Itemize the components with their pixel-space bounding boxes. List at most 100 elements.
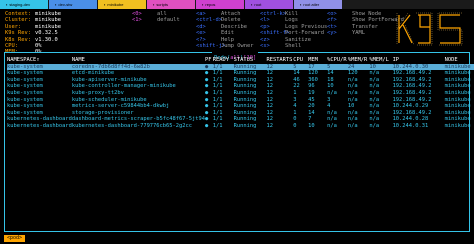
table-row[interactable]: kube-system etcd-minikube ● 1/1 Running 12 14 1… bbox=[7, 70, 474, 77]
table-cell: 12 bbox=[266, 122, 273, 129]
shortcut-item[interactable]: <s> Shell bbox=[260, 43, 327, 49]
table-cell: coredns-7db6d8ff4d-6w82b bbox=[71, 63, 205, 71]
column-header[interactable]: NAMESPACE↑ bbox=[7, 57, 72, 64]
table-row[interactable]: kubernetes-dashboard dashboard-metrics-sc… bbox=[7, 116, 474, 123]
table-cell: 1/1 bbox=[212, 96, 223, 103]
table-cell: 360 bbox=[308, 76, 318, 83]
table-cell: 1 bbox=[293, 89, 297, 96]
table-cell: n/a bbox=[347, 109, 358, 116]
column-header[interactable]: STATUS bbox=[234, 57, 267, 64]
table-cell: 3 bbox=[293, 96, 297, 103]
tab-2[interactable]: ▪ minikube bbox=[98, 0, 146, 9]
shortcut-label: default bbox=[157, 17, 180, 24]
table-cell: ● bbox=[205, 83, 209, 90]
column-header[interactable]: RESTARTS bbox=[266, 57, 293, 64]
table-cell: Running bbox=[233, 76, 257, 83]
tab-label: repos bbox=[205, 2, 216, 7]
table-cell: ● bbox=[205, 70, 209, 77]
table-row[interactable]: kube-system kube-proxy-tt2bv ● 1/1 Running 12… bbox=[7, 90, 474, 97]
table-row[interactable]: kube-system kube-apiserver-minikube ● 1/1 Ru… bbox=[7, 77, 474, 84]
tab-5[interactable]: ▪ root bbox=[245, 0, 293, 9]
table-cell: n/a bbox=[369, 96, 380, 103]
table-cell: n/a bbox=[347, 89, 358, 96]
table-row[interactable]: kube-system kube-controller-manager-minik… bbox=[7, 83, 474, 90]
table-cell: 192.168.49.2 bbox=[392, 89, 432, 96]
column-header[interactable]: CPU bbox=[293, 57, 308, 64]
table-cell: Running bbox=[233, 96, 257, 103]
table-cell: minikube bbox=[444, 122, 471, 129]
shortcut-item[interactable]: <y> YAML bbox=[327, 30, 404, 36]
table-cell: minikube bbox=[444, 63, 474, 71]
table-row[interactable]: kube-system metrics-server-c59844bb4-dkwb… bbox=[7, 103, 474, 110]
column-header[interactable]: READY bbox=[213, 57, 234, 64]
shortcut-label: Shell bbox=[285, 43, 302, 50]
table-cell: kubernetes-dashboard bbox=[7, 116, 72, 123]
table-cell: n/a bbox=[347, 96, 358, 103]
terminal-icon: ▪ bbox=[55, 2, 57, 7]
tab-3[interactable]: ▪ scripts bbox=[147, 0, 195, 9]
table-cell: Running bbox=[233, 103, 257, 110]
table-cell: 1/1 bbox=[212, 109, 223, 116]
table-cell: 18 bbox=[327, 76, 334, 83]
table-cell: storage-provisioner bbox=[71, 109, 134, 116]
table-cell: kube-system bbox=[7, 76, 43, 83]
column-header[interactable]: IP bbox=[393, 57, 445, 64]
table-cell: 17 bbox=[308, 63, 328, 71]
table-cell: 0 bbox=[293, 116, 297, 123]
table-cell: 22 bbox=[293, 83, 300, 90]
table-cell: 10 bbox=[308, 122, 315, 129]
column-header[interactable]: %MEM/R bbox=[348, 57, 370, 64]
table-cell: n/a bbox=[327, 116, 337, 123]
table-header: NAMESPACE↑ NAME PF READY STATUS RESTARTS CPU ME… bbox=[7, 57, 474, 64]
tab-label: root atler bbox=[303, 2, 320, 7]
column-header[interactable]: NAME bbox=[72, 57, 205, 64]
column-header[interactable]: NODE bbox=[445, 57, 474, 64]
column-header[interactable]: MEM bbox=[308, 57, 327, 64]
table-cell: 12 bbox=[266, 70, 273, 77]
table-cell: 192.168.49.2 bbox=[392, 70, 432, 77]
tab-1[interactable]: ▪ dev-stw bbox=[49, 0, 97, 9]
column-header[interactable]: %CPU/R bbox=[327, 57, 348, 64]
table-cell: kube-system bbox=[7, 63, 72, 71]
shortcut-item[interactable]: <1> default bbox=[132, 17, 180, 23]
pods-table[interactable]: NAMESPACE↑ NAME PF READY STATUS RESTARTS CPU ME… bbox=[7, 57, 474, 130]
table-cell: n/a bbox=[327, 89, 337, 96]
table-cell: 192.168.49.2 bbox=[392, 83, 432, 90]
table-row[interactable]: kube-system storage-provisioner ● 1/1 Runnin… bbox=[7, 110, 474, 117]
table-cell: 1/1 bbox=[212, 83, 223, 90]
tab-bar: ▪ staging-dev ▪ dev-stw ▪ minikube ▪ scripts ▪ re… bbox=[0, 0, 474, 9]
table-cell: 1/1 bbox=[212, 76, 223, 83]
table-cell: ● bbox=[205, 116, 209, 123]
tab-4[interactable]: ▪ repos bbox=[196, 0, 244, 9]
column-header[interactable]: PF bbox=[205, 57, 213, 64]
table-cell: n/a bbox=[369, 70, 380, 77]
tab-0[interactable]: ▪ staging-dev bbox=[0, 0, 48, 9]
terminal-icon: ▪ bbox=[251, 2, 253, 7]
table-cell: ● bbox=[205, 76, 209, 83]
tab-6[interactable]: ▪ root atler bbox=[294, 0, 342, 9]
table-cell: 192.168.49.2 bbox=[392, 96, 432, 103]
table-cell: kube-system bbox=[7, 70, 43, 77]
table-cell: Running bbox=[233, 116, 257, 123]
table-cell: 10 bbox=[347, 103, 355, 110]
table-cell: Running bbox=[233, 70, 257, 77]
table-cell: kube-system bbox=[7, 83, 43, 90]
table-cell: kube-system bbox=[7, 89, 43, 96]
table-cell: 96 bbox=[308, 83, 315, 90]
table-cell: n/a bbox=[327, 122, 337, 129]
table-cell: 4 bbox=[293, 103, 297, 110]
table-cell: 192.168.49.2 bbox=[392, 109, 432, 116]
breadcrumb[interactable]: <pod> bbox=[4, 235, 26, 242]
table-row[interactable]: kubernetes-dashboard kubernetes-dashboard… bbox=[7, 123, 474, 130]
table-cell: 10.244.0.29 bbox=[392, 103, 429, 110]
table-cell: n/a bbox=[369, 122, 380, 129]
table-cell: kube-system bbox=[7, 103, 43, 110]
table-row[interactable]: kube-system coredns-7db6d8ff4d-6w82b ● 1/1 R… bbox=[7, 63, 474, 71]
table-cell: 10 bbox=[369, 63, 393, 71]
table-cell: 46 bbox=[293, 76, 300, 83]
table-row[interactable]: kube-system kube-scheduler-minikube ● 1/1 Ru… bbox=[7, 97, 474, 104]
table-cell: 24 bbox=[347, 63, 370, 71]
column-header[interactable]: %MEM/L bbox=[369, 57, 392, 64]
table-cell: minikube bbox=[444, 116, 471, 123]
table-cell: ● bbox=[205, 109, 209, 116]
